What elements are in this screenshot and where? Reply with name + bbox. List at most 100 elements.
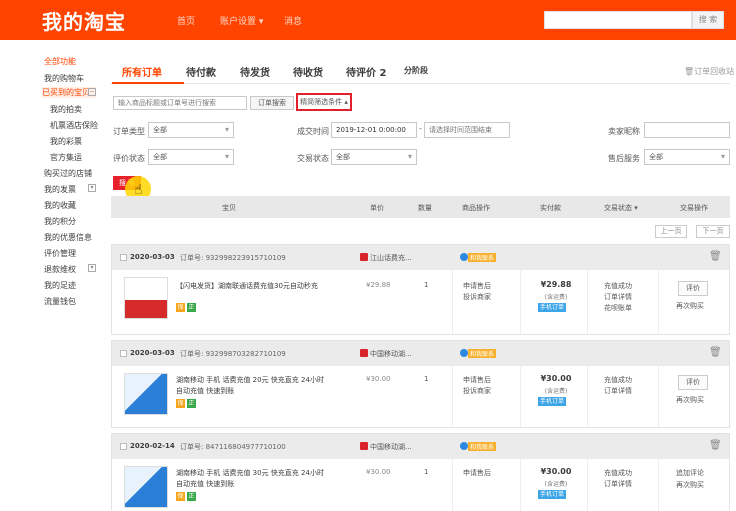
- sidebar-item-data-wallet[interactable]: 流量钱包: [44, 296, 76, 307]
- tab-to-pay[interactable]: 待付款: [186, 64, 216, 79]
- tab-to-review[interactable]: 待评价 2: [346, 64, 386, 79]
- expand-icon[interactable]: ▾: [88, 184, 96, 192]
- divider: [520, 459, 521, 511]
- sidebar-item-reviews[interactable]: 评价管理: [44, 248, 76, 259]
- tab-all-orders[interactable]: 所有订单: [122, 64, 162, 79]
- expand-icon[interactable]: ▾: [88, 264, 96, 272]
- tab-to-ship[interactable]: 待发货: [240, 64, 270, 79]
- order-search-button[interactable]: 订单搜索: [250, 96, 294, 110]
- sidebar-item-points[interactable]: 我的积分: [44, 216, 76, 227]
- th-status[interactable]: 交易状态 ▾: [604, 203, 638, 213]
- sidebar-item-shipping[interactable]: 官方集运: [50, 152, 82, 163]
- header-search-button[interactable]: 搜 索: [692, 11, 724, 29]
- prev-page-button[interactable]: 上一页: [655, 225, 687, 238]
- product-title[interactable]: 湖南移动 手机 话费充值 20元 快充直充 24小时自动充值 快速到账: [176, 375, 326, 397]
- sidebar-item-cart[interactable]: 我的购物车: [44, 73, 84, 84]
- sidebar-item-lottery[interactable]: 我的彩票: [50, 136, 82, 147]
- trash-icon[interactable]: 🗑: [709, 347, 722, 358]
- complaint-link[interactable]: 投诉商家: [463, 386, 491, 397]
- shop-name[interactable]: 中国移动湖...: [370, 349, 412, 359]
- aftersale-link[interactable]: 申请售后: [463, 468, 491, 479]
- product-thumbnail[interactable]: [124, 277, 168, 319]
- product-thumbnail[interactable]: [124, 373, 168, 415]
- order-total-note: (含运费): [544, 294, 568, 301]
- contact-seller-button[interactable]: 和我联系: [468, 349, 497, 358]
- chat-icon: [460, 349, 468, 357]
- sidebar-item-invoice[interactable]: 我的发票: [44, 184, 76, 195]
- tab-staged[interactable]: 分阶段: [404, 65, 428, 76]
- aftersale-select[interactable]: 全部: [644, 149, 730, 165]
- product-title[interactable]: 湖南移动 手机 话费充值 30元 快充直充 24小时自动充值 快速到账: [176, 468, 326, 490]
- rebuy-link[interactable]: 再次购买: [676, 395, 704, 405]
- order-detail-link[interactable]: 订单详情: [604, 479, 632, 490]
- sidebar-item-favorites[interactable]: 我的收藏: [44, 200, 76, 211]
- promo-badge: 保: [176, 492, 185, 501]
- tab-to-receive[interactable]: 待收货: [293, 64, 323, 79]
- nav-messages[interactable]: 消息: [284, 14, 302, 27]
- contact-seller-button[interactable]: 和我联系: [468, 253, 497, 262]
- service-badge: 正: [187, 492, 196, 501]
- unit-price: ¥30.00: [366, 468, 391, 476]
- deal-time-end-input[interactable]: 请选择时间范围结束: [424, 122, 510, 138]
- order-checkbox[interactable]: [120, 350, 127, 357]
- deal-time-start-input[interactable]: 2019-12-01 0:00:00: [331, 122, 417, 138]
- rebuy-link[interactable]: 再次购买: [676, 301, 704, 311]
- sidebar-item-shops[interactable]: 购买过的店铺: [44, 168, 92, 179]
- aftersale-label: 售后服务: [608, 154, 640, 163]
- order-date: 2020-03-03: [130, 253, 175, 261]
- collapse-icon[interactable]: −: [88, 88, 96, 96]
- order-card: 2020-03-03 订单号: 932998703282710109 中国移动湖…: [111, 340, 730, 428]
- sidebar-item-coupons[interactable]: 我的优惠信息: [44, 232, 92, 243]
- order-recycle-bin[interactable]: 🗑订单回收站: [684, 66, 734, 77]
- order-type-select[interactable]: 全部: [148, 122, 234, 138]
- rebuy-link[interactable]: 再次购买: [676, 480, 704, 490]
- sidebar-item-refunds[interactable]: 退款维权: [44, 264, 76, 275]
- add-review-link[interactable]: 追加评论: [676, 468, 704, 478]
- sidebar-item-footprint[interactable]: 我的足迹: [44, 280, 76, 291]
- shop-name[interactable]: 江山话费充...: [370, 253, 412, 263]
- order-card: 2020-03-03 订单号: 932998223915710109 江山话费充…: [111, 244, 730, 335]
- sidebar-all-functions[interactable]: 全部功能: [44, 56, 76, 67]
- review-button[interactable]: 评价: [678, 375, 708, 390]
- product-title[interactable]: 【闪电发货】湖南联通话费充值30元自动秒充: [176, 281, 326, 292]
- aftersale-link[interactable]: 申请售后: [463, 281, 491, 292]
- header-search-input[interactable]: [544, 11, 692, 29]
- order-search-input[interactable]: 输入商品标题或订单号进行搜索: [113, 96, 247, 110]
- th-paid: 实付款: [540, 204, 561, 212]
- seller-input[interactable]: [644, 122, 730, 138]
- sidebar-item-auction[interactable]: 我的拍卖: [50, 104, 82, 115]
- unit-price: ¥29.88: [366, 281, 391, 289]
- service-badge: 正: [187, 399, 196, 408]
- next-page-button[interactable]: 下一页: [696, 225, 730, 238]
- divider: [520, 270, 521, 334]
- order-detail-link[interactable]: 订单详情: [604, 292, 632, 303]
- order-total: ¥30.00: [540, 374, 572, 383]
- order-checkbox[interactable]: [120, 254, 127, 261]
- trade-status-select[interactable]: 全部: [331, 149, 417, 165]
- sidebar-item-travel[interactable]: 机票酒店保险: [50, 120, 98, 131]
- logo[interactable]: 我的淘宝: [42, 6, 126, 35]
- nav-account-settings[interactable]: 账户设置 ▾: [220, 14, 263, 27]
- order-detail-link[interactable]: 订单详情: [604, 386, 632, 397]
- shop-name[interactable]: 中国移动湖...: [370, 442, 412, 452]
- order-checkbox[interactable]: [120, 443, 127, 450]
- order-number: 订单号: 932998703282710109: [180, 350, 286, 358]
- order-card: 2020-02-14 订单号: 847116804977710100 中国移动湖…: [111, 433, 730, 511]
- review-status-select[interactable]: 全部: [148, 149, 234, 165]
- divider: [658, 366, 659, 427]
- seller-label: 卖家昵称: [608, 127, 640, 136]
- nav-home[interactable]: 首页: [177, 14, 195, 27]
- trade-status-label: 交易状态: [297, 154, 329, 163]
- complaint-link[interactable]: 投诉商家: [463, 292, 491, 303]
- product-thumbnail[interactable]: [124, 466, 168, 508]
- divider: [452, 459, 453, 511]
- contact-seller-button[interactable]: 和我联系: [468, 442, 497, 451]
- order-type-label: 订单类型: [113, 127, 145, 136]
- review-button[interactable]: 评价: [678, 281, 708, 296]
- trash-icon[interactable]: 🗑: [709, 251, 722, 262]
- filter-toggle-button[interactable]: 精简筛选条件 ▴: [296, 93, 352, 111]
- trash-icon[interactable]: 🗑: [709, 440, 722, 451]
- huabei-bill-link[interactable]: 花呗账单: [604, 303, 632, 314]
- divider: [452, 366, 453, 427]
- aftersale-link[interactable]: 申请售后: [463, 375, 491, 386]
